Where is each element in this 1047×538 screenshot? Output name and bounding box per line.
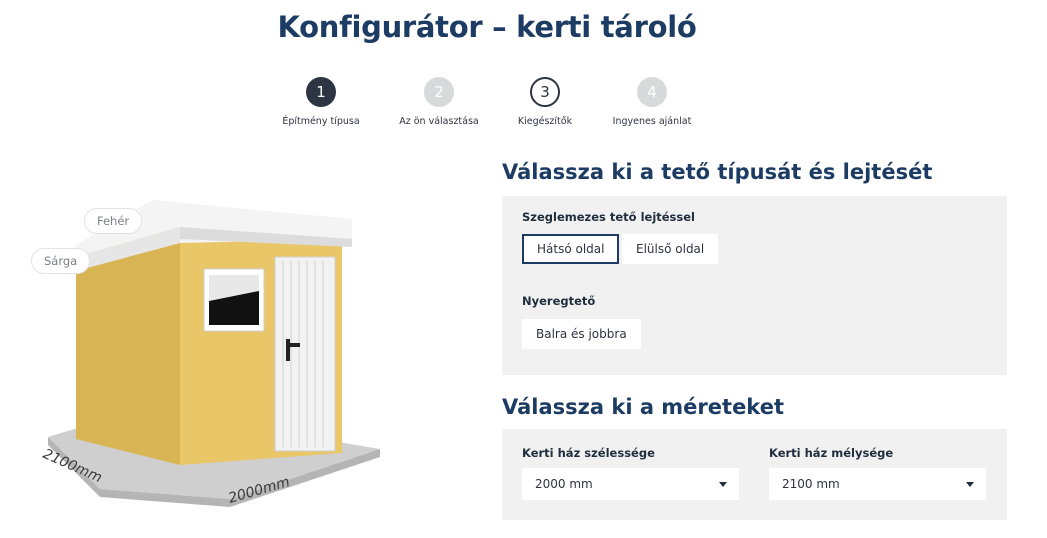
depth-select[interactable]: 2100 mm xyxy=(769,468,986,500)
roof-section-heading: Válassza ki a tető típusát és lejtését xyxy=(502,160,933,184)
width-select-value: 2000 mm xyxy=(535,477,593,491)
roof-option-front-side[interactable]: Elülső oldal xyxy=(622,234,719,264)
roof-group-shed-label: Szeglemezes tető lejtéssel xyxy=(522,210,695,224)
page-title: Konfigurátor – kerti tároló xyxy=(277,10,697,44)
roof-option-back-side[interactable]: Hátsó oldal xyxy=(522,234,620,264)
color-swatch-white[interactable]: Fehér xyxy=(84,208,143,234)
color-swatch-yellow[interactable]: Sárga xyxy=(31,248,91,274)
step-2-label: Az ön választása xyxy=(399,116,479,127)
step-3-number: 3 xyxy=(530,77,560,107)
step-4-label: Ingyenes ajánlat xyxy=(612,116,692,127)
step-1-label: Építmény típusa xyxy=(282,116,360,127)
step-4-number: 4 xyxy=(637,77,667,107)
depth-select-value: 2100 mm xyxy=(782,477,840,491)
step-2[interactable]: 2 Az ön választása xyxy=(379,77,499,127)
progress-steps: 1 Építmény típusa 2 Az ön választása 3 K… xyxy=(0,77,1047,137)
step-1[interactable]: 1 Építmény típusa xyxy=(261,77,381,127)
step-3[interactable]: 3 Kiegészítők xyxy=(485,77,605,127)
roof-group-gable-label: Nyeregtető xyxy=(522,294,596,308)
dimensions-section-heading: Válassza ki a méreteket xyxy=(502,395,784,419)
step-1-number: 1 xyxy=(306,77,336,107)
step-4[interactable]: 4 Ingyenes ajánlat xyxy=(592,77,712,127)
step-3-label: Kiegészítők xyxy=(517,116,573,127)
chevron-down-icon xyxy=(719,482,727,487)
depth-field-label: Kerti ház mélysége xyxy=(769,446,894,460)
width-field-label: Kerti ház szélessége xyxy=(522,446,655,460)
chevron-down-icon xyxy=(966,482,974,487)
dimensions-panel: Kerti ház szélessége 2000 mm Kerti ház m… xyxy=(502,429,1007,520)
roof-option-left-right[interactable]: Balra és jobbra xyxy=(522,319,641,349)
width-select[interactable]: 2000 mm xyxy=(522,468,739,500)
step-2-number: 2 xyxy=(424,77,454,107)
shed-preview-image: 2100mm 2000mm xyxy=(40,200,380,507)
roof-options-panel: Szeglemezes tető lejtéssel Hátsó oldal E… xyxy=(502,196,1007,375)
